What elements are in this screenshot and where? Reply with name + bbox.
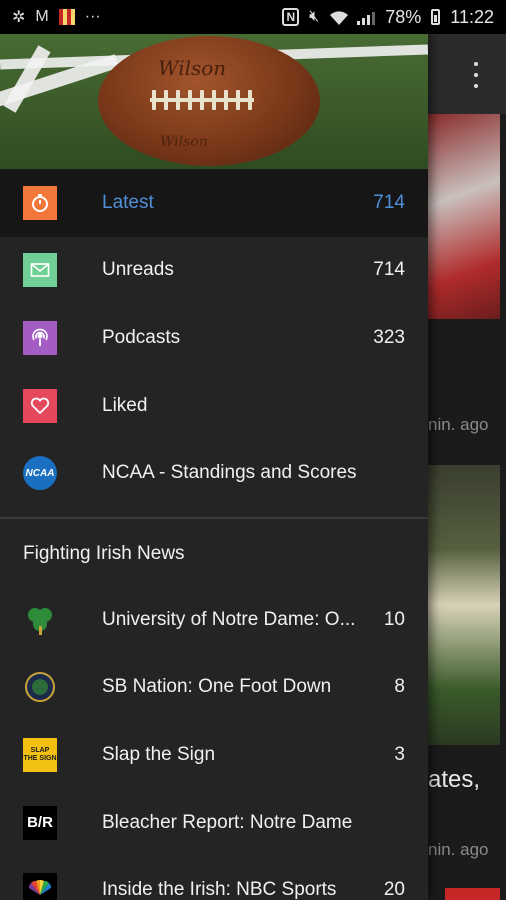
unread-count: 3	[394, 743, 405, 765]
nav-item-latest[interactable]: Latest 714	[0, 169, 428, 237]
nbc-peacock-icon	[23, 873, 57, 900]
article-timestamp: nin. ago	[428, 415, 489, 434]
wifi-icon	[329, 10, 349, 25]
battery-icon	[431, 9, 441, 25]
nav-item-unreads[interactable]: Unreads 714	[0, 237, 428, 305]
nav-item-ncaa[interactable]: NCAA NCAA - Standings and Scores	[0, 439, 428, 507]
unread-count: 323	[373, 326, 405, 348]
signal-icon	[357, 9, 376, 25]
bleacher-report-icon: B/R	[23, 805, 57, 840]
article-title[interactable]: ates,	[428, 766, 480, 794]
nav-item-label: Unreads	[102, 259, 174, 281]
article-timestamp: nin. ago	[428, 840, 489, 859]
drawer-header-image: Wilson Wilson	[0, 34, 428, 169]
nav-item-label: Liked	[102, 394, 148, 416]
ncaa-icon: NCAA	[23, 456, 57, 491]
battery-percent: 78%	[385, 6, 422, 27]
feed-label: SB Nation: One Foot Down	[102, 676, 332, 698]
feed-item-one-foot-down[interactable]: SB Nation: One Foot Down 8	[0, 654, 428, 722]
article-image[interactable]	[445, 888, 500, 900]
nav-item-liked[interactable]: Liked	[0, 372, 428, 440]
feed-item-notre-dame[interactable]: University of Notre Dame: O... 10	[0, 586, 428, 654]
article-image[interactable]	[428, 465, 500, 745]
clock: 11:22	[450, 6, 494, 27]
app-notification-icon	[58, 9, 75, 25]
nav-item-podcasts[interactable]: Podcasts 323	[0, 304, 428, 372]
feed-label: Bleacher Report: Notre Dame	[102, 811, 353, 833]
ball-brand: Wilson	[158, 56, 227, 80]
laces	[150, 90, 254, 110]
unread-count: 714	[373, 259, 405, 281]
section-title: Fighting Irish News	[23, 543, 185, 564]
status-bar: ✲ M ··· N 🔇︎ 78% 11:22	[0, 0, 506, 34]
feed-list: University of Notre Dame: O... 10 SB Nat…	[0, 586, 428, 900]
feed-label: Slap the Sign	[102, 743, 216, 765]
mail-icon	[23, 253, 57, 288]
article-image[interactable]	[428, 114, 500, 319]
navigation-drawer: Wilson Wilson Latest 714 Unreads 714 Pod…	[0, 34, 428, 900]
podcast-icon	[23, 320, 57, 355]
timer-icon	[23, 185, 57, 220]
unread-count: 10	[383, 608, 405, 630]
ball-brand-small: Wilson	[160, 134, 208, 150]
overflow-menu-icon[interactable]	[466, 60, 486, 90]
feed-label: Inside the Irish: NBC Sports	[102, 879, 337, 900]
nfc-icon: N	[282, 8, 300, 26]
one-foot-down-icon	[23, 670, 57, 704]
more-notifications-icon: ···	[84, 8, 101, 25]
pinwheel-icon: ✲	[12, 9, 26, 26]
feed-item-bleacher-report[interactable]: B/R Bleacher Report: Notre Dame	[0, 789, 428, 857]
feed-item-inside-the-irish[interactable]: Inside the Irish: NBC Sports 20	[0, 856, 428, 900]
unread-count: 8	[394, 676, 405, 698]
status-right: N 🔇︎ 78% 11:22	[282, 7, 494, 28]
unread-count: 20	[383, 879, 405, 900]
football-icon: Wilson Wilson	[98, 36, 320, 166]
unread-count: 714	[373, 191, 405, 213]
slap-the-sign-icon: SLAP THE SIGN	[23, 737, 57, 772]
divider	[0, 517, 428, 519]
main-nav-list: Latest 714 Unreads 714 Podcasts 323 Like…	[0, 169, 428, 507]
gmail-icon: M	[35, 8, 49, 25]
feed-item-slap-the-sign[interactable]: SLAP THE SIGN Slap the Sign 3	[0, 721, 428, 789]
mute-icon: 🔇︎	[309, 8, 320, 25]
status-left: ✲ M ···	[12, 7, 101, 27]
feed-label: University of Notre Dame: O...	[102, 608, 356, 630]
nav-item-label: NCAA - Standings and Scores	[102, 462, 357, 484]
heart-icon	[23, 388, 57, 423]
nav-item-label: Latest	[102, 191, 154, 213]
shamrock-icon	[23, 603, 57, 637]
nav-item-label: Podcasts	[102, 326, 181, 348]
